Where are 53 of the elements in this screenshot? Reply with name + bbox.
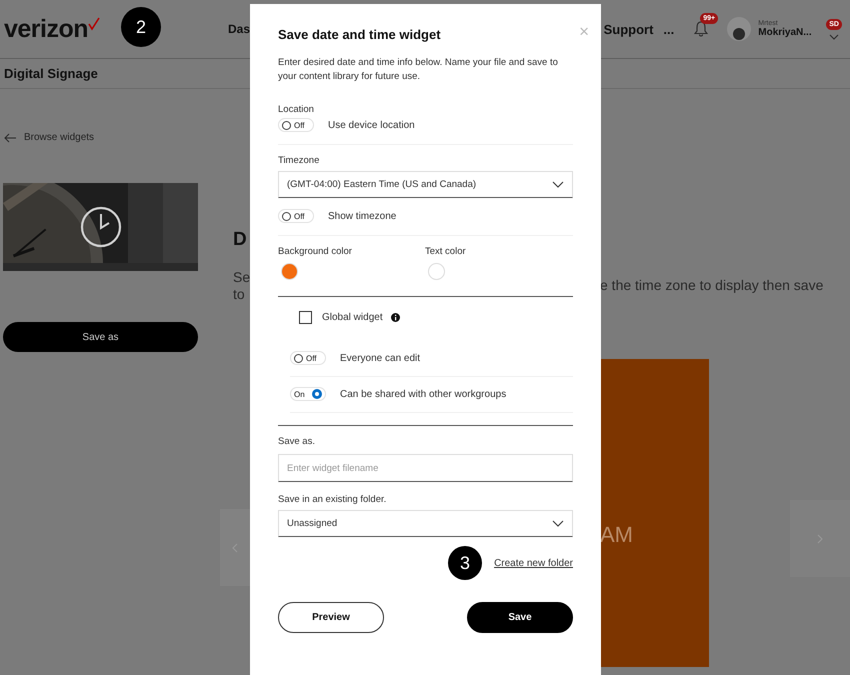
checkbox[interactable] xyxy=(299,311,312,324)
color-swatch[interactable] xyxy=(281,263,298,280)
dropdown[interactable]: Unassigned xyxy=(278,510,573,537)
toggle-switch[interactable]: Off xyxy=(290,351,326,365)
dropdown[interactable]: (GMT-04:00) Eastern Time (US and Canada) xyxy=(278,171,573,198)
toggle-label: Show timezone xyxy=(328,210,396,222)
field-label: Location xyxy=(278,104,315,115)
dialog-description: Enter desired date and time info below. Name your file and save to your content library for future use. xyxy=(278,56,559,84)
widget-heading: D xyxy=(232,229,248,251)
description-text: to xyxy=(233,286,246,303)
description-text: e the time zone to display then save xyxy=(600,277,824,293)
clock-icon xyxy=(79,205,123,249)
avatar-icon xyxy=(726,16,752,42)
step-badge: 3 xyxy=(448,546,482,580)
save-button[interactable]: Save xyxy=(467,602,573,633)
info-icon xyxy=(390,313,400,322)
chevron-right-icon xyxy=(817,534,823,544)
checkbox-label: Global widget xyxy=(322,312,383,323)
color-swatch[interactable] xyxy=(428,263,445,280)
check-mark-icon xyxy=(88,16,100,30)
toggle-label: Use device location xyxy=(328,120,415,130)
field-label: Background color xyxy=(278,246,353,257)
toggle-label: Can be shared with other workgroups xyxy=(340,388,506,400)
field-label: Text color xyxy=(425,246,467,257)
toggle-switch[interactable]: Off xyxy=(278,209,314,223)
bell-icon xyxy=(694,21,708,37)
next-button[interactable] xyxy=(790,500,850,577)
time-text: AM xyxy=(600,522,633,548)
back-link[interactable]: Browse widgets xyxy=(3,132,220,143)
toggle-switch[interactable]: On xyxy=(290,387,326,401)
more-menu[interactable]: ... xyxy=(663,22,674,36)
nav-link[interactable]: Support xyxy=(604,22,654,36)
toggle-label: Everyone can edit xyxy=(340,352,420,364)
previous-button[interactable] xyxy=(220,509,250,586)
toggle-switch[interactable]: Off xyxy=(278,118,314,132)
chevron-down-icon xyxy=(552,181,564,188)
field-label: Save in an existing folder. xyxy=(278,494,388,505)
chevron-down-icon xyxy=(829,34,840,40)
save-as-button[interactable]: Save as xyxy=(3,322,198,352)
page-title: Digital Signage xyxy=(4,66,98,81)
chevron-down-icon xyxy=(552,520,564,527)
user-name[interactable]: MokriyaN... xyxy=(758,27,820,38)
step-badge: 2 xyxy=(121,7,161,47)
field-label: Save as. xyxy=(278,436,316,447)
create-folder-link[interactable]: Create new folder xyxy=(494,558,573,568)
back-arrow-icon xyxy=(3,132,17,142)
nav-link[interactable]: Das xyxy=(228,22,250,36)
field-label: Timezone xyxy=(278,155,320,166)
logo: verizon xyxy=(4,14,88,44)
dialog-title: Save date and time widget xyxy=(278,27,441,42)
preview-button[interactable]: Preview xyxy=(278,602,384,633)
filename-field[interactable]: Enter widget filename xyxy=(278,454,573,482)
description-text: Se xyxy=(233,269,250,286)
